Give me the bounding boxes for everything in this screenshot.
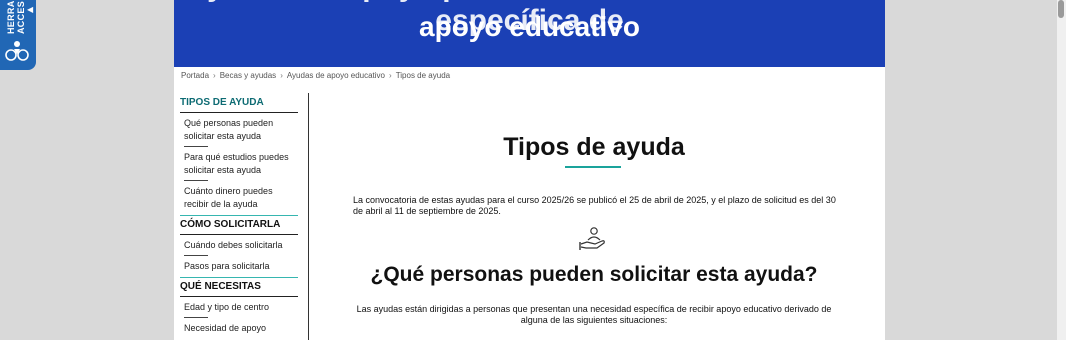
sidebar-item-label: Qué personas pueden solicitar esta ayuda [184, 118, 274, 141]
breadcrumb-link[interactable]: Ayudas de apoyo educativo [287, 71, 385, 80]
sidebar-heading-tipos[interactable]: TIPOS DE AYUDA [180, 94, 298, 113]
chevron-right-icon: › [389, 71, 392, 80]
sidebar-item[interactable]: Para qué estudios puedes solicitar esta … [180, 147, 298, 181]
chevron-right-icon: › [213, 71, 216, 80]
breadcrumb: Portada › Becas y ayudas › Ayudas de apoyo e… [181, 71, 450, 80]
sidebar-nav: TIPOS DE AYUDA Qué personas pueden solic… [180, 94, 298, 339]
sidebar-item[interactable]: Cuánto dinero puedes recibir de la ayuda [180, 181, 298, 216]
hero-banner: Ayudas de apoyo para alumnado con necesi… [174, 0, 885, 67]
hero-title: apoyo educativo [419, 11, 640, 42]
breadcrumb-link[interactable]: Becas y ayudas [220, 71, 276, 80]
breadcrumb-current: Tipos de ayuda [395, 71, 451, 80]
breadcrumb-link[interactable]: Portada [181, 71, 209, 80]
accessibility-tools-tab[interactable]: HERRAMIENTAS ACCES ◀ [0, 0, 36, 70]
sidebar-item-label: Necesidad de apoyo [184, 323, 267, 333]
sidebar-item-label: Cuánto dinero puedes recibir de la ayuda [184, 186, 273, 209]
page-title: Tipos de ayuda [503, 133, 685, 161]
accessibility-icon [5, 41, 29, 61]
sidebar-item-label: Cuándo debes solicitarla [184, 240, 283, 250]
vertical-divider [308, 93, 309, 340]
scrollbar[interactable] [1057, 0, 1066, 340]
page-container: Ayudas de apoyo para alumnado con necesi… [174, 0, 885, 340]
section-paragraph: Las ayudas están dirigidas a personas qu… [356, 304, 832, 325]
sidebar-heading-que[interactable]: QUÉ NECESITAS [180, 278, 298, 297]
chevron-right-icon: › [280, 71, 283, 80]
sidebar-item[interactable]: Qué personas pueden solicitar esta ayuda [180, 113, 298, 147]
sidebar-item-label: Para qué estudios puedes solicitar esta … [184, 152, 289, 175]
sidebar-item[interactable]: Edad y tipo de centro [180, 297, 298, 318]
scrollbar-thumb[interactable] [1058, 0, 1064, 18]
intro-paragraph: La convocatoria de estas ayudas para el … [353, 195, 836, 216]
sidebar-item[interactable]: Cuándo debes solicitarla [180, 235, 298, 256]
sidebar-item[interactable]: Pasos para solicitarla [180, 256, 298, 278]
sidebar-item-label: Pasos para solicitarla [184, 261, 270, 271]
section-subtitle: ¿Qué personas pueden solicitar esta ayud… [370, 263, 818, 286]
hand-holding-person-icon [579, 227, 605, 250]
sidebar-item[interactable]: Necesidad de apoyo [180, 318, 298, 339]
collapse-arrow-icon[interactable]: ◀ [27, 6, 33, 14]
title-underline [565, 166, 621, 168]
sidebar-item-label: Edad y tipo de centro [184, 302, 270, 312]
sidebar-heading-como[interactable]: CÓMO SOLICITARLA [180, 216, 298, 235]
